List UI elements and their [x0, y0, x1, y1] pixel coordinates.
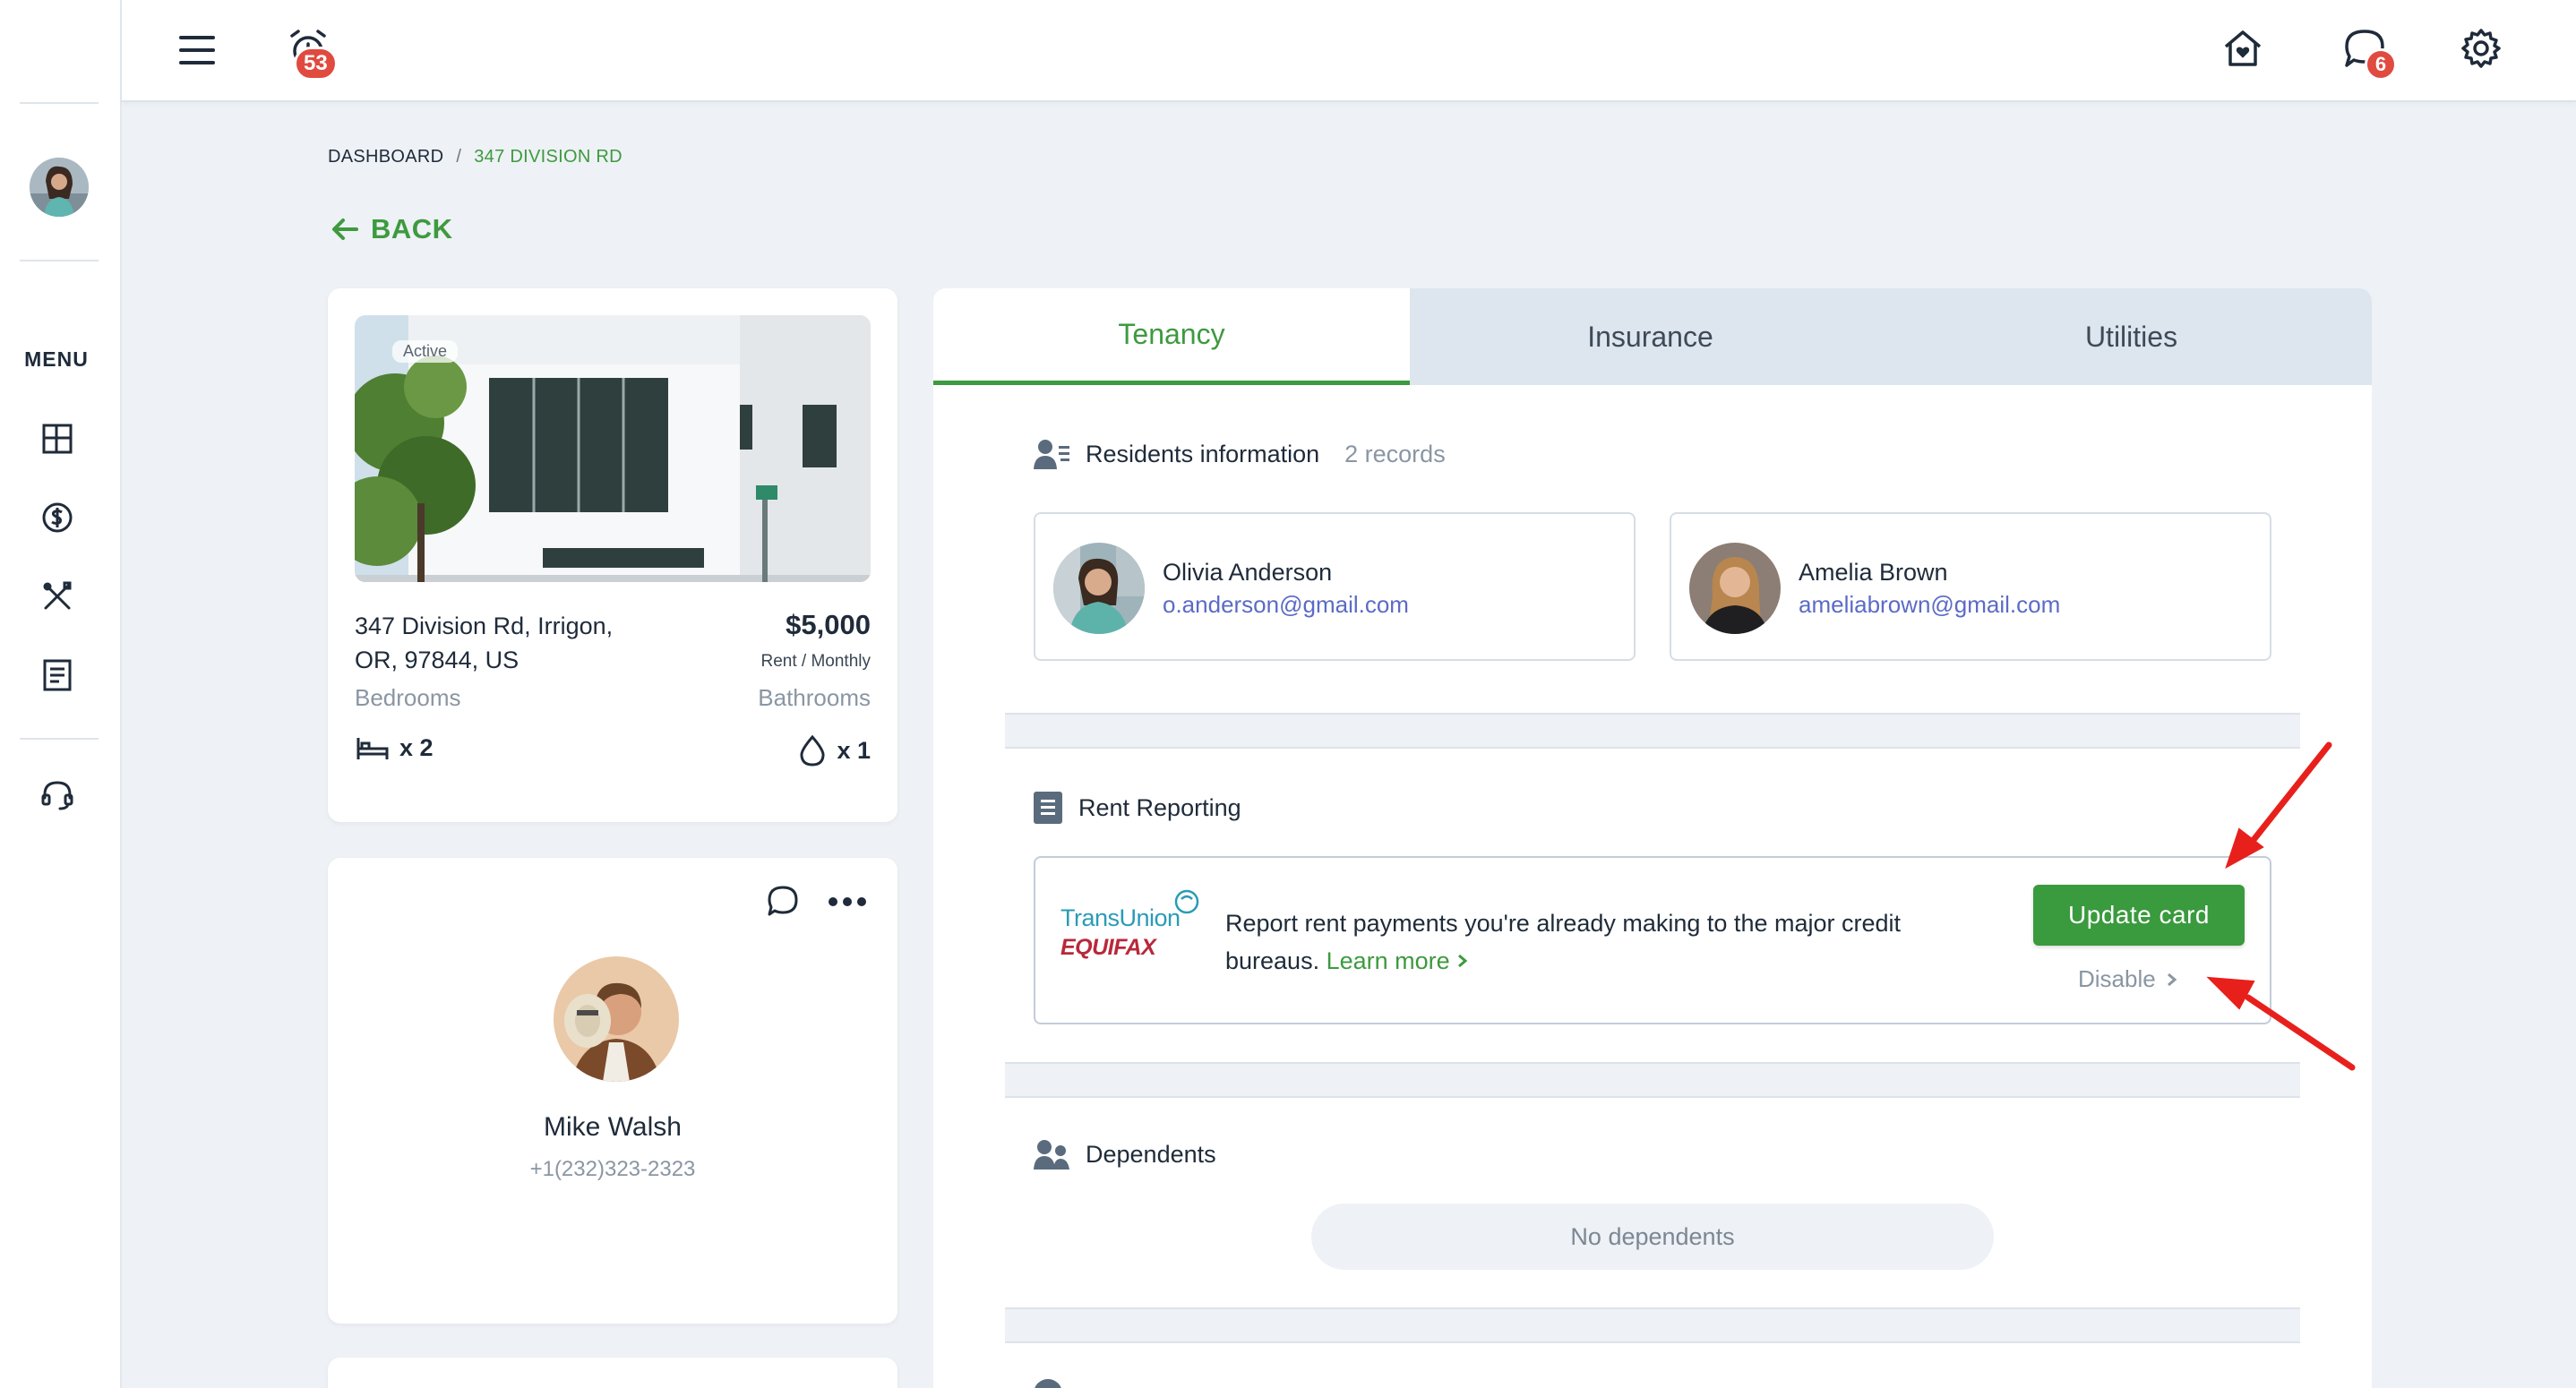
credit-bureau-logo: TransUnion EQUIFAX [1060, 889, 1213, 976]
residents-count: 2 records [1344, 440, 1446, 467]
resident-name: Amelia Brown [1799, 559, 1948, 586]
resident-card[interactable]: Olivia Anderson o.anderson@gmail.com [1034, 512, 1636, 661]
learn-more-link[interactable]: Learn more [1327, 947, 1470, 974]
dashboard-icon[interactable] [39, 421, 75, 457]
disable-button[interactable]: Disable [2078, 965, 2177, 993]
tab-utilities[interactable]: Utilities [1891, 288, 2372, 385]
agent-card: Mike Walsh +1(232)323-2323 [328, 858, 897, 1324]
alarm-count-badge: 53 [294, 47, 338, 81]
tab-bar: Tenancy Insurance Utilities [933, 288, 2372, 385]
sidebar: MENU [0, 0, 122, 1388]
address-line-1: 347 Division Rd, Irrigon, [355, 613, 614, 639]
dependents-people-icon [1034, 1140, 1069, 1170]
bathrooms-value: x 1 [799, 734, 871, 767]
menu-label: MENU [24, 347, 89, 371]
bed-icon [356, 737, 389, 759]
top-bar: 53 6 [122, 0, 2576, 102]
rent-reporting-box: TransUnion EQUIFAX Report rent payments … [1034, 856, 2271, 1024]
breadcrumb: DASHBOARD / 347 DIVISION RD [328, 147, 623, 167]
breadcrumb-dashboard-link[interactable]: DASHBOARD [328, 147, 443, 167]
rent-price: $5,000 [786, 609, 871, 640]
report-document-icon [1034, 792, 1062, 824]
back-button[interactable]: BACK [331, 213, 453, 245]
rent-reporting-section-title: Rent Reporting [1034, 792, 1241, 824]
dependents-title: Dependents [1086, 1140, 1216, 1168]
back-label: BACK [371, 213, 453, 244]
transunion-mark-icon [1174, 889, 1199, 914]
user-avatar[interactable] [30, 158, 89, 217]
resident-email[interactable]: o.anderson@gmail.com [1163, 591, 1409, 619]
bedrooms-value: x 2 [356, 734, 434, 762]
resident-avatar [1053, 543, 1145, 634]
rent-reporting-title: Rent Reporting [1078, 793, 1241, 821]
more-options-icon[interactable] [828, 895, 867, 912]
resident-card[interactable]: Amelia Brown ameliabrown@gmail.com [1670, 512, 2271, 661]
section-divider [1005, 1307, 2300, 1343]
no-dependents-placeholder: No dependents [1311, 1204, 1994, 1270]
bedrooms-label: Bedrooms [355, 684, 461, 711]
water-drop-icon [800, 734, 825, 767]
sidebar-divider [20, 260, 99, 261]
tab-insurance[interactable]: Insurance [1410, 288, 1891, 385]
arrow-left-icon [332, 218, 358, 240]
agent-avatar [554, 956, 679, 1082]
rent-period: Rent / Monthly [760, 652, 872, 671]
tab-tenancy[interactable]: Tenancy [933, 288, 1410, 385]
document-icon[interactable] [39, 657, 75, 693]
bathrooms-label: Bathrooms [758, 684, 871, 711]
chat-count-badge: 6 [2365, 48, 2397, 81]
tools-icon[interactable] [39, 578, 75, 614]
dependents-section-title: Dependents [1034, 1139, 1216, 1170]
support-headset-icon[interactable] [39, 777, 75, 813]
gear-icon[interactable] [2456, 23, 2506, 73]
next-section-icon [1034, 1379, 1062, 1388]
chevron-right-icon [1458, 954, 1468, 968]
update-card-button[interactable]: Update card [2033, 885, 2245, 946]
residents-title: Residents information [1086, 440, 1320, 467]
tenancy-panel: Tenancy Insurance Utilities Residents in… [933, 288, 2372, 1388]
property-address: 347 Division Rd, Irrigon, OR, 97844, US [355, 609, 659, 677]
hamburger-menu-icon[interactable] [172, 25, 222, 75]
extra-card [328, 1358, 897, 1388]
breadcrumb-current: 347 DIVISION RD [474, 147, 623, 167]
chevron-right-icon [2167, 972, 2177, 986]
section-divider [1005, 1062, 2300, 1098]
address-line-2: OR, 97844, US [355, 647, 519, 673]
property-photo: Active [355, 315, 871, 582]
dollar-icon[interactable] [39, 500, 75, 535]
sidebar-divider [20, 738, 99, 740]
breadcrumb-separator: / [456, 147, 462, 167]
rent-reporting-description: Report rent payments you're already maki… [1225, 910, 1902, 974]
sidebar-divider [20, 102, 99, 104]
home-heart-icon[interactable] [2218, 23, 2268, 73]
residents-section-title: Residents information 2 records [1034, 439, 1446, 469]
section-divider [1005, 713, 2300, 749]
transunion-logo-text: TransUnion [1060, 904, 1181, 931]
resident-email[interactable]: ameliabrown@gmail.com [1799, 591, 2060, 619]
agent-phone[interactable]: +1(232)323-2323 [328, 1157, 897, 1182]
residents-list-icon [1034, 440, 1069, 469]
equifax-logo-text: EQUIFAX [1060, 935, 1156, 960]
resident-avatar [1689, 543, 1781, 634]
message-icon[interactable] [767, 885, 799, 921]
agent-name: Mike Walsh [544, 1112, 682, 1142]
resident-name: Olivia Anderson [1163, 559, 1333, 586]
status-badge: Active [392, 340, 459, 363]
